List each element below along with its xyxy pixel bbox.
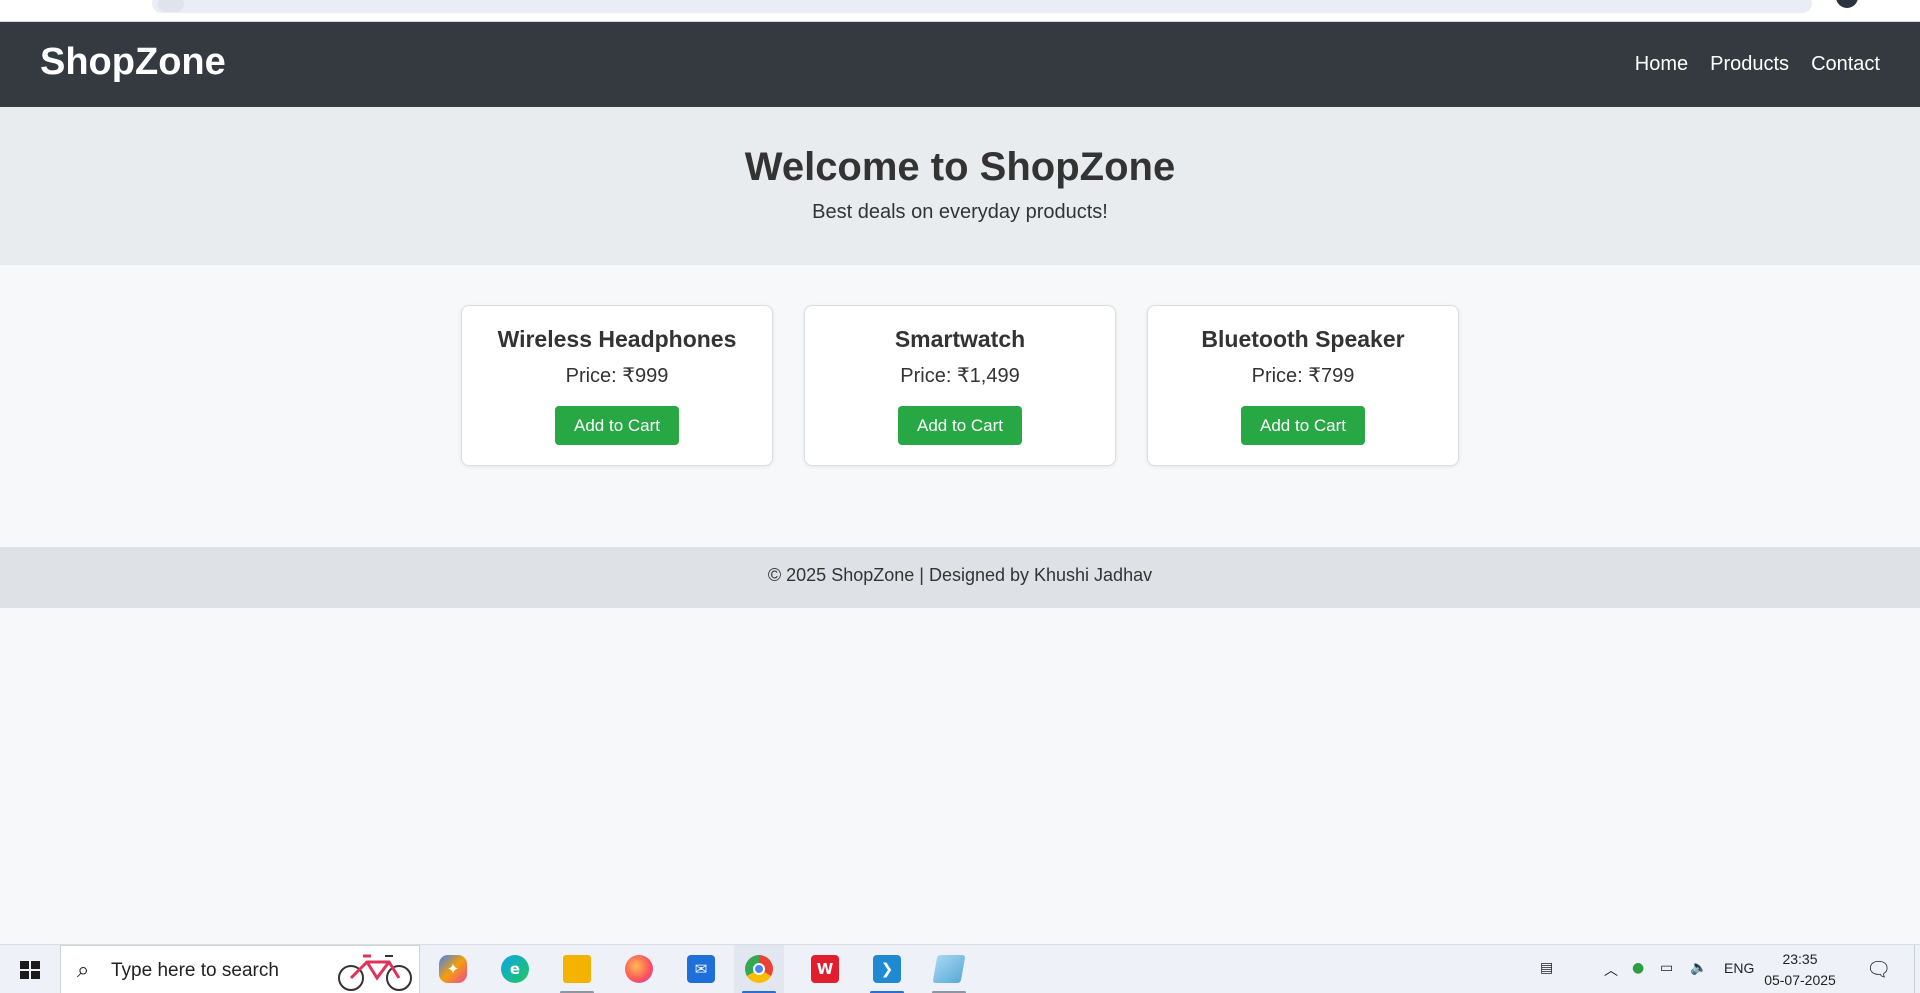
news-widget-icon[interactable]: ▤ <box>1540 960 1553 976</box>
add-to-cart-button[interactable]: Add to Cart <box>1241 406 1365 445</box>
search-icon: ⌕ <box>77 958 90 983</box>
profile-avatar[interactable] <box>1836 0 1858 8</box>
nav-contact-link[interactable]: Contact <box>1811 53 1880 76</box>
site-header: ShopZone Home Products Contact <box>0 22 1920 107</box>
product-card: Bluetooth Speaker Price: ₹799 Add to Car… <box>1147 305 1459 466</box>
windows-icon <box>20 961 40 979</box>
product-card: Wireless Headphones Price: ₹999 Add to C… <box>461 305 773 466</box>
clock-time: 23:35 <box>1782 951 1818 967</box>
notification-icon[interactable]: 🗨 <box>1866 957 1891 981</box>
bicycle-icon <box>338 954 412 991</box>
volume-icon[interactable]: 🔈 <box>1690 960 1707 976</box>
mail-icon[interactable]: ✉ <box>676 945 726 993</box>
sync-icon[interactable]: ● <box>1632 960 1644 976</box>
nav-home-link[interactable]: Home <box>1635 53 1688 76</box>
file-explorer-icon[interactable] <box>552 945 602 993</box>
product-name: Wireless Headphones <box>497 326 737 352</box>
add-to-cart-button[interactable]: Add to Cart <box>555 406 679 445</box>
site-footer: © 2025 ShopZone | Designed by Khushi Jad… <box>0 547 1920 608</box>
vscode-icon[interactable]: ❯ <box>862 945 912 993</box>
product-card: Smartwatch Price: ₹1,499 Add to Cart <box>804 305 1116 466</box>
hero-title: Welcome to ShopZone <box>744 145 1176 189</box>
hero-section: Welcome to ShopZone Best deals on everyd… <box>0 107 1920 265</box>
address-bar[interactable] <box>152 0 1812 13</box>
chrome-icon[interactable] <box>734 945 784 993</box>
product-name: Bluetooth Speaker <box>1201 326 1405 352</box>
taskbar-search-box[interactable]: ⌕ Type here to search <box>60 945 420 993</box>
app-icon[interactable] <box>924 945 974 993</box>
site-info-icon[interactable] <box>158 0 184 12</box>
search-placeholder: Type here to search <box>111 960 279 981</box>
copilot-icon[interactable]: ✦ <box>428 945 478 993</box>
product-price: Price: ₹999 <box>565 365 669 387</box>
add-to-cart-button[interactable]: Add to Cart <box>898 406 1022 445</box>
product-grid: Wireless Headphones Price: ₹999 Add to C… <box>461 305 1459 466</box>
chevron-up-icon[interactable]: ︿ <box>1604 960 1618 980</box>
browser-chrome <box>0 0 1920 22</box>
taskbar: ⌕ Type here to search ✦ e ✉ W ❯ ▤ ︿ ● ▭ … <box>0 944 1920 993</box>
footer-text: © 2025 ShopZone | Designed by Khushi Jad… <box>767 565 1153 585</box>
start-button[interactable] <box>0 945 60 993</box>
product-price: Price: ₹799 <box>1251 365 1355 387</box>
edge-icon[interactable]: e <box>490 945 540 993</box>
battery-icon[interactable]: ▭ <box>1660 960 1673 976</box>
hero-subtitle: Best deals on everyday products! <box>812 201 1108 223</box>
nav-products-link[interactable]: Products <box>1710 53 1789 76</box>
site-logo[interactable]: ShopZone <box>40 41 226 84</box>
product-name: Smartwatch <box>894 326 1026 352</box>
main-nav: Home Products Contact <box>1613 53 1880 76</box>
product-price: Price: ₹1,499 <box>900 365 1020 387</box>
firefox-icon[interactable] <box>614 945 664 993</box>
clock-date: 05-07-2025 <box>1764 972 1836 988</box>
show-desktop-button[interactable] <box>1914 945 1920 993</box>
language-indicator[interactable]: ENG <box>1724 960 1754 976</box>
wps-icon[interactable]: W <box>800 945 850 993</box>
clock[interactable]: 23:35 05-07-2025 <box>1762 949 1838 991</box>
